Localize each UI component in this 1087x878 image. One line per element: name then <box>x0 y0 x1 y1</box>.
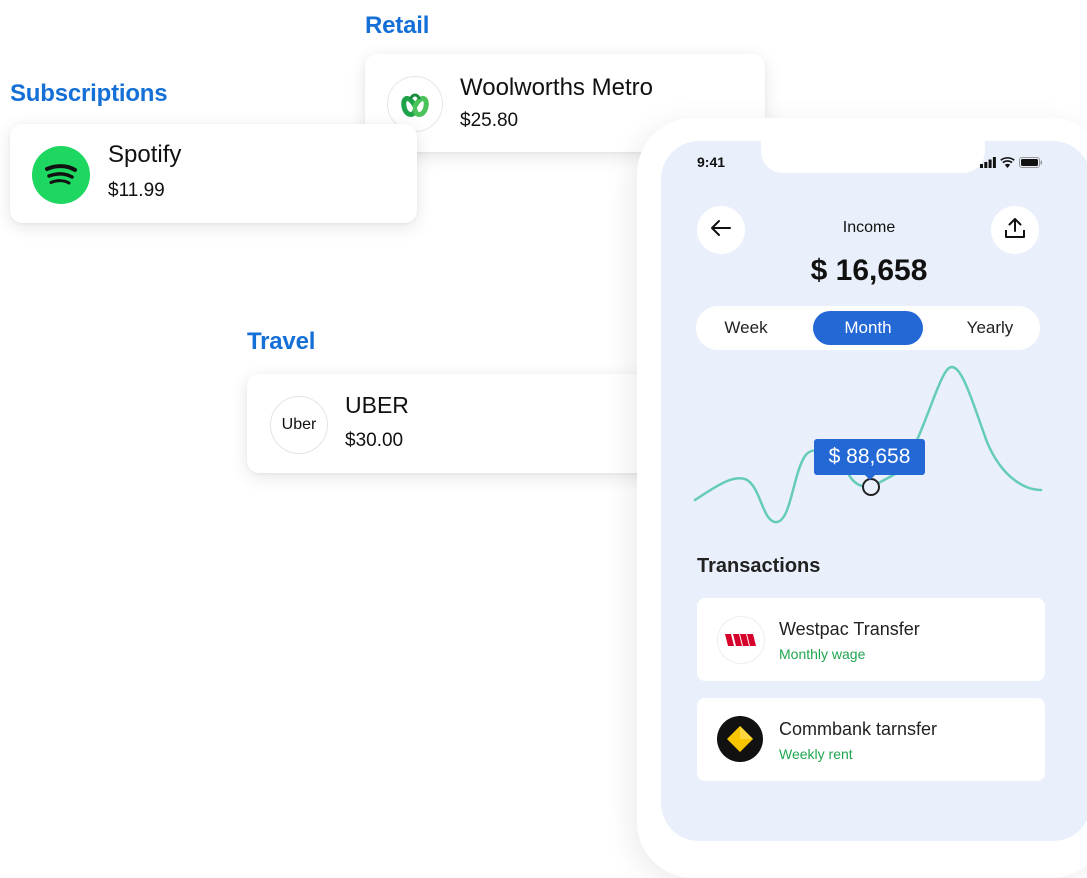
transaction-item-westpac[interactable]: Westpac Transfer Monthly wage <box>697 598 1045 681</box>
merchant-name: UBER <box>345 392 409 418</box>
merchant-card-spotify[interactable]: Spotify $11.99 <box>10 124 417 223</box>
category-label-retail: Retail <box>365 12 430 39</box>
income-total: $ 16,658 <box>810 254 928 287</box>
transactions-heading: Transactions <box>697 555 821 577</box>
segment-week[interactable]: Week <box>696 306 796 350</box>
merchant-name: Woolworths Metro <box>460 74 653 101</box>
merchant-card-uber[interactable]: Uber UBER $30.00 <box>247 374 667 473</box>
westpac-icon <box>717 616 765 664</box>
transaction-name: Westpac Transfer <box>779 619 920 639</box>
transaction-name: Commbank tarnsfer <box>779 719 938 739</box>
merchant-amount: $30.00 <box>345 430 404 451</box>
phone-screen: 9:41 Income $ 16,658 Week Month Yearly $… <box>661 141 1087 841</box>
chart-point-marker <box>862 478 880 496</box>
uber-logo-text: Uber <box>281 416 317 433</box>
transaction-item-commbank[interactable]: Commbank tarnsfer Weekly rent <box>697 698 1045 781</box>
commbank-icon <box>717 716 763 762</box>
segment-yearly[interactable]: Yearly <box>940 306 1040 350</box>
battery-icon <box>1019 155 1043 173</box>
uber-icon: Uber <box>270 396 328 454</box>
transaction-subtitle: Weekly rent <box>779 746 853 762</box>
category-label-subscriptions: Subscriptions <box>10 80 168 107</box>
share-button[interactable] <box>991 206 1039 254</box>
merchant-amount: $11.99 <box>108 180 165 201</box>
chart-tooltip-arrow <box>864 474 876 480</box>
spotify-icon <box>32 146 90 204</box>
merchant-name: Spotify <box>108 141 182 168</box>
phone-notch <box>761 141 985 173</box>
chart-tooltip: $ 88,658 <box>814 439 925 475</box>
status-time: 9:41 <box>697 154 726 170</box>
signal-icon <box>980 155 996 173</box>
segment-month[interactable]: Month <box>813 311 923 345</box>
category-label-travel: Travel <box>247 328 316 355</box>
merchant-amount: $25.80 <box>460 110 519 131</box>
period-segmented-control: Week Month Yearly <box>696 306 1040 350</box>
upload-icon <box>1003 216 1027 245</box>
wifi-icon <box>1000 155 1015 173</box>
status-icons <box>980 155 1043 173</box>
transaction-subtitle: Monthly wage <box>779 646 866 662</box>
